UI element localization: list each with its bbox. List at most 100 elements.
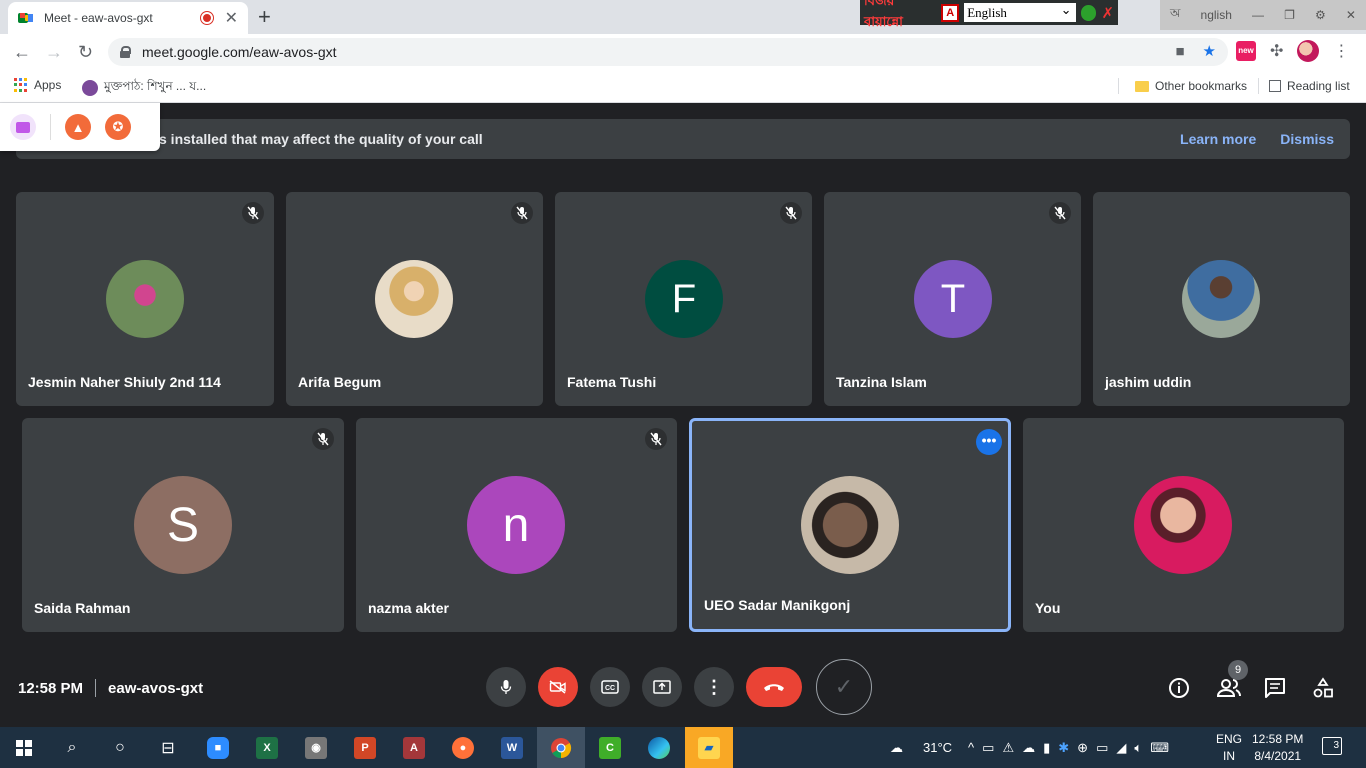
excel-icon: X <box>256 736 278 759</box>
reload-icon[interactable]: ↻ <box>78 42 93 63</box>
minimize-button[interactable]: — <box>1252 8 1264 22</box>
meet-now-icon[interactable]: ▭ <box>982 740 994 756</box>
participant-tile[interactable]: n nazma akter <box>356 418 677 632</box>
bookmark-star-icon[interactable]: ★ <box>1203 42 1216 60</box>
participant-name: jashim uddin <box>1105 374 1192 390</box>
people-button[interactable] <box>1216 677 1242 704</box>
camera-in-use-icon[interactable]: ■ <box>1175 43 1184 60</box>
powerpoint-app[interactable]: P <box>341 727 389 768</box>
screen-recorder-icon[interactable] <box>10 114 36 140</box>
participant-tile-self[interactable]: You <box>1023 418 1344 632</box>
participant-tile[interactable]: Arifa Begum <box>286 192 543 406</box>
other-bookmarks[interactable]: Other bookmarks <box>1118 78 1247 94</box>
present-screen-button[interactable] <box>642 667 682 707</box>
captions-button[interactable]: CC <box>590 667 630 707</box>
address-bar[interactable]: meet.google.com/eaw-avos-gxt ■ ★ <box>108 38 1228 66</box>
tool-icon[interactable]: ✗ <box>1101 4 1114 22</box>
windows-taskbar: ⌕ ○ ⊟ ■ X ◉ P A ● W C ▰ ☁ 31°C ^ ▭ ⚠ ☁ ▮… <box>0 727 1366 768</box>
warning-icon[interactable]: ⚠ <box>1002 740 1014 756</box>
wifi-icon[interactable]: ☁ <box>1022 740 1035 756</box>
download-icon[interactable] <box>1080 4 1097 21</box>
bijoy-label: বিজয় বায়ান্নো <box>864 0 903 29</box>
system-clock[interactable]: 12:58 PM 8/4/2021 <box>1252 731 1303 765</box>
extensions-puzzle-icon[interactable]: ✣ <box>1270 41 1283 61</box>
access-app[interactable]: A <box>390 727 438 768</box>
start-button[interactable] <box>0 727 48 768</box>
muktopaath-favicon-icon <box>82 80 98 96</box>
check-icon: ✓ <box>834 674 854 699</box>
chrome-app[interactable] <box>537 727 585 768</box>
restore-button[interactable]: ❐ <box>1284 8 1295 22</box>
camera-off-button[interactable] <box>538 667 578 707</box>
meeting-details-button[interactable] <box>1168 677 1190 704</box>
participant-tile[interactable]: Jesmin Naher Shiuly 2nd 114 <box>16 192 274 406</box>
more-options-icon[interactable]: ••• <box>976 429 1002 455</box>
meet-tab[interactable]: Meet - eaw-avos-gxt ✕ <box>8 2 248 34</box>
back-arrow-icon[interactable]: ← <box>13 42 31 63</box>
system-tray: ☁ 31°C ^ ▭ ⚠ ☁ ▮ ✱ ⊕ ▭ ◢ 🔈︎ ⌨ <box>890 727 1169 768</box>
chat-icon <box>1265 678 1285 698</box>
participant-tile[interactable]: F Fatema Tushi <box>555 192 812 406</box>
weather-cloud-icon[interactable]: ☁ <box>890 740 903 756</box>
acrobat-icon[interactable]: A <box>941 3 960 22</box>
ime-icon[interactable]: অ <box>1170 5 1180 25</box>
participant-tile-speaking[interactable]: UEO Sadar Manikgonj ••• <box>689 418 1011 632</box>
word-app[interactable]: W <box>488 727 536 768</box>
settings-gear-icon[interactable]: ⚙ <box>1315 8 1326 22</box>
keyboard-icon[interactable]: ⌨ <box>1150 740 1169 756</box>
language-select[interactable]: English <box>964 0 1076 22</box>
meeting-code: eaw-avos-gxt <box>108 679 204 697</box>
edge-app[interactable] <box>635 727 683 768</box>
battery-icon[interactable]: ▭ <box>1096 740 1108 756</box>
new-tab-button[interactable]: + <box>258 4 271 30</box>
more-options-button[interactable]: ⋮ <box>694 667 734 707</box>
extension-new-icon[interactable]: new <box>1236 41 1256 61</box>
close-tab-icon[interactable]: ✕ <box>225 8 238 28</box>
security-icon[interactable]: ⊕ <box>1077 740 1088 756</box>
muktopaath-bookmark[interactable]: মুক্তপাঠ: শিখুন ... য... <box>82 78 206 98</box>
microphone-button[interactable] <box>486 667 526 707</box>
camtasia-icon: C <box>599 736 621 759</box>
task-view-button[interactable]: ⊟ <box>144 727 192 768</box>
star-extension-icon[interactable]: ✪ <box>105 114 131 140</box>
camera-app[interactable]: ◉ <box>292 727 340 768</box>
meet-favicon-icon <box>18 11 34 25</box>
check-button[interactable]: ✓ <box>816 659 872 715</box>
mic-off-icon <box>780 202 802 224</box>
triangle-extension-icon[interactable]: ▲ <box>65 114 91 140</box>
camtasia-app[interactable]: C <box>586 727 634 768</box>
notification-center-icon[interactable]: 3 <box>1322 737 1342 755</box>
browser-tab-strip: Meet - eaw-avos-gxt ✕ + বিজয় বায়ান্নো … <box>0 0 1366 34</box>
dismiss-button[interactable]: Dismiss <box>1280 131 1334 147</box>
participant-tile[interactable]: S Saida Rahman <box>22 418 344 632</box>
show-hidden-icons-icon[interactable]: ^ <box>968 740 974 755</box>
profile-avatar[interactable] <box>1297 40 1320 62</box>
participant-tile[interactable]: T Tanzina Islam <box>824 192 1081 406</box>
chrome-icon <box>551 737 572 758</box>
excel-app[interactable]: X <box>243 727 291 768</box>
firefox-app[interactable]: ● <box>439 727 487 768</box>
microphone-tray-icon[interactable]: ▮ <box>1043 740 1050 756</box>
activities-button[interactable] <box>1312 677 1334 704</box>
apps-bookmark[interactable]: Apps <box>14 78 61 92</box>
search-button[interactable]: ⌕ <box>48 727 96 768</box>
lock-icon <box>120 46 131 58</box>
reading-list[interactable]: Reading list <box>1258 78 1350 94</box>
temperature[interactable]: 31°C <box>923 740 952 755</box>
cortana-button[interactable]: ○ <box>96 727 144 768</box>
learn-more-link[interactable]: Learn more <box>1180 131 1256 147</box>
network-icon[interactable]: ◢ <box>1116 740 1126 756</box>
file-explorer-app[interactable]: ▰ <box>685 727 733 768</box>
folder-icon: ▰ <box>698 736 720 759</box>
participant-initial-avatar: T <box>914 260 992 338</box>
zoom-app[interactable]: ■ <box>194 727 242 768</box>
chat-button[interactable] <box>1264 677 1286 704</box>
participant-tile[interactable]: jashim uddin <box>1093 192 1350 406</box>
bluetooth-icon[interactable]: ✱ <box>1058 740 1069 756</box>
chrome-menu-icon[interactable]: ⋮ <box>1333 41 1349 61</box>
close-window-button[interactable]: ✕ <box>1346 8 1356 22</box>
volume-icon[interactable]: 🔈︎ <box>1134 740 1142 756</box>
input-language[interactable]: ENG IN <box>1216 731 1242 765</box>
forward-arrow-icon[interactable]: → <box>45 42 63 63</box>
leave-call-button[interactable] <box>746 667 802 707</box>
